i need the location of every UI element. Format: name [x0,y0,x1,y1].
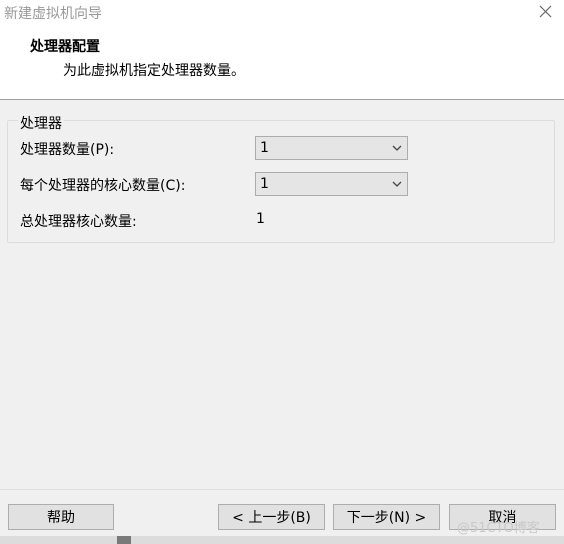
back-button[interactable]: < 上一步(B) [218,504,325,530]
total-cores-value: 1 [256,211,265,227]
wizard-header: 处理器配置 为此虚拟机指定处理器数量。 [0,24,564,100]
title-bar: 新建虚拟机向导 [0,0,564,24]
page-title: 处理器配置 [30,39,100,55]
window-title: 新建虚拟机向导 [4,6,102,22]
next-button[interactable]: 下一步(N) > [333,504,440,530]
watermark: @51CTO博客 [457,521,540,536]
chevron-down-icon [392,145,402,151]
close-icon [539,5,552,18]
bottom-marker [117,536,131,544]
cores-per-processor-value: 1 [260,176,269,192]
processor-count-label: 处理器数量(P): [20,142,115,158]
close-button[interactable] [530,0,560,24]
bottom-strip [0,536,564,544]
cores-per-processor-label: 每个处理器的核心数量(C): [20,178,186,194]
cores-per-processor-select[interactable]: 1 [255,172,408,196]
chevron-down-icon [392,181,402,187]
processor-count-value: 1 [260,140,269,156]
total-cores-label: 总处理器核心数量: [20,214,137,230]
processor-count-select[interactable]: 1 [255,136,408,160]
page-subtitle: 为此虚拟机指定处理器数量。 [63,63,245,79]
help-button[interactable]: 帮助 [8,504,114,530]
processor-group-legend: 处理器 [18,113,64,133]
footer-divider [0,489,564,490]
